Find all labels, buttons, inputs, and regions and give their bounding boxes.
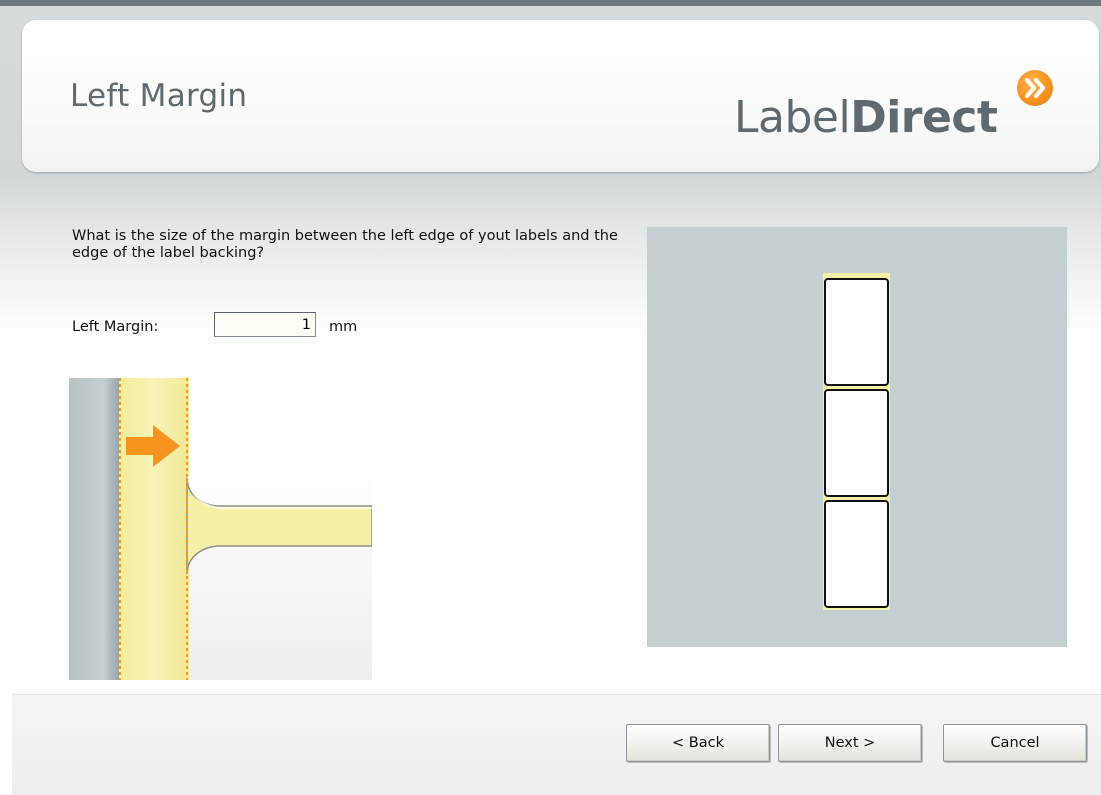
- unit-label: mm: [329, 319, 358, 335]
- preview-label: [824, 389, 889, 497]
- left-margin-input[interactable]: [214, 312, 316, 337]
- logo-wordmark: LabelDirect: [734, 92, 998, 143]
- double-chevron-right-icon: [1017, 70, 1053, 106]
- button-bar: [12, 694, 1101, 795]
- page-title: Left Margin: [70, 78, 248, 114]
- cancel-button[interactable]: Cancel: [943, 724, 1087, 762]
- back-button[interactable]: < Back: [626, 724, 770, 762]
- preview-label: [824, 500, 889, 608]
- label-preview: [647, 227, 1067, 647]
- header-banner: Left Margin LabelDirect: [22, 20, 1099, 172]
- logo-text-bold: Direct: [850, 92, 998, 143]
- preview-label: [824, 278, 889, 386]
- logo-text-regular: Label: [734, 92, 851, 143]
- margin-illustration: [69, 378, 373, 680]
- next-button[interactable]: Next >: [778, 724, 922, 762]
- left-margin-label: Left Margin:: [72, 319, 159, 335]
- question-text: What is the size of the margin between t…: [72, 228, 618, 261]
